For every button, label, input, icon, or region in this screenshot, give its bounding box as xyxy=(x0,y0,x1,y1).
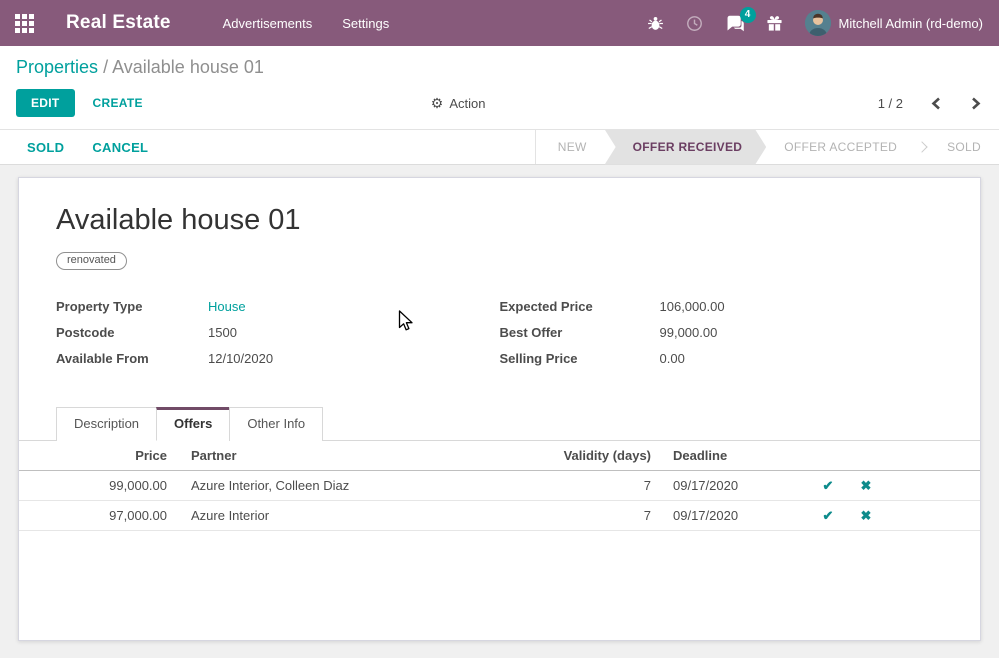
statusbar-buttons: SOLD CANCEL xyxy=(0,130,148,164)
pager: 1 / 2 xyxy=(878,95,983,112)
action-menu-button[interactable]: ⚙ Action xyxy=(431,96,486,111)
top-navbar: Real Estate Advertisements Settings xyxy=(0,0,999,46)
pager-value: 1 / 2 xyxy=(878,96,903,111)
cancel-button[interactable]: CANCEL xyxy=(92,140,148,155)
field-expected-price: Expected Price 106,000.00 xyxy=(500,299,944,314)
chevron-left-icon xyxy=(931,97,941,110)
messages-icon[interactable]: 4 xyxy=(725,15,744,32)
refuse-offer-icon[interactable]: ✖ xyxy=(861,478,872,493)
field-best-offer: Best Offer 99,000.00 xyxy=(500,325,944,340)
status-separator-chevron-icon xyxy=(916,141,927,152)
offer-deadline: 09/17/2020 xyxy=(659,501,809,531)
user-avatar xyxy=(805,10,831,36)
apps-grid-icon xyxy=(15,14,34,33)
breadcrumb-current: Available house 01 xyxy=(112,57,264,77)
control-panel-buttons: EDIT CREATE ⚙ Action 1 / 2 xyxy=(16,89,983,117)
form-sheet: Available house 01 renovated Property Ty… xyxy=(18,177,981,641)
field-groups: Property Type House Postcode 1500 Availa… xyxy=(56,299,943,377)
user-menu[interactable]: Mitchell Admin (rd-demo) xyxy=(805,10,990,36)
form-statusbar: SOLD CANCEL NEWOFFER RECEIVEDOFFER ACCEP… xyxy=(0,130,999,165)
offer-row[interactable]: 97,000.00Azure Interior709/17/2020 ✔ ✖ xyxy=(19,501,980,531)
offers-table: Price Partner Validity (days) Deadline 9… xyxy=(19,441,980,531)
gift-icon[interactable] xyxy=(766,15,783,32)
activities-clock-icon[interactable] xyxy=(686,15,703,32)
status-pipeline: NEWOFFER RECEIVEDOFFER ACCEPTED SOLD xyxy=(535,130,999,164)
offer-validity: 7 xyxy=(491,471,659,501)
column-partner: Partner xyxy=(175,441,491,471)
offer-deadline: 09/17/2020 xyxy=(659,471,809,501)
debug-bug-icon[interactable] xyxy=(647,15,664,32)
systray: 4 Mitchell xyxy=(647,10,990,36)
control-panel: Properties / Available house 01 EDIT CRE… xyxy=(0,46,999,130)
offer-partner: Azure Interior, Colleen Diaz xyxy=(175,471,491,501)
accept-offer-icon[interactable]: ✔ xyxy=(823,478,834,493)
user-name: Mitchell Admin (rd-demo) xyxy=(839,16,984,31)
field-selling-price: Selling Price 0.00 xyxy=(500,351,944,366)
status-offer-received[interactable]: OFFER RECEIVED xyxy=(605,130,767,165)
offer-price: 99,000.00 xyxy=(19,471,175,501)
offers-table-header: Price Partner Validity (days) Deadline xyxy=(19,441,980,471)
app-window: Real Estate Advertisements Settings xyxy=(0,0,999,658)
pager-previous-button[interactable] xyxy=(929,95,943,112)
field-postcode: Postcode 1500 xyxy=(56,325,500,340)
offer-price: 97,000.00 xyxy=(19,501,175,531)
create-button[interactable]: CREATE xyxy=(93,96,143,110)
offer-row[interactable]: 99,000.00Azure Interior, Colleen Diaz709… xyxy=(19,471,980,501)
offer-validity: 7 xyxy=(491,501,659,531)
tab-offers[interactable]: Offers xyxy=(156,407,230,441)
field-property-type: Property Type House xyxy=(56,299,500,314)
message-count-badge: 4 xyxy=(740,7,756,23)
sold-button[interactable]: SOLD xyxy=(27,140,64,155)
app-title: Real Estate xyxy=(66,12,171,34)
status-new[interactable]: NEW xyxy=(540,130,605,165)
notebook-tabs: Description Offers Other Info xyxy=(19,407,980,441)
apps-menu-button[interactable] xyxy=(0,14,48,33)
edit-button[interactable]: EDIT xyxy=(16,89,75,117)
chevron-right-icon xyxy=(971,97,981,110)
column-deadline: Deadline xyxy=(659,441,809,471)
tag-renovated: renovated xyxy=(56,252,127,270)
breadcrumb-properties-link[interactable]: Properties xyxy=(16,57,98,77)
menu-advertisements[interactable]: Advertisements xyxy=(211,10,325,37)
field-group-right: Expected Price 106,000.00 Best Offer 99,… xyxy=(500,299,944,377)
menu-settings[interactable]: Settings xyxy=(330,10,401,37)
field-available-from: Available From 12/10/2020 xyxy=(56,351,500,366)
pager-next-button[interactable] xyxy=(969,95,983,112)
status-sold[interactable]: SOLD xyxy=(929,130,999,165)
gear-icon: ⚙ xyxy=(431,96,444,110)
accept-offer-icon[interactable]: ✔ xyxy=(823,508,834,523)
offer-partner: Azure Interior xyxy=(175,501,491,531)
column-validity: Validity (days) xyxy=(491,441,659,471)
column-price: Price xyxy=(19,441,175,471)
tab-description[interactable]: Description xyxy=(56,407,157,441)
breadcrumb: Properties / Available house 01 xyxy=(16,57,983,78)
status-offer-accepted[interactable]: OFFER ACCEPTED xyxy=(766,130,915,165)
breadcrumb-separator: / xyxy=(103,57,108,77)
app-menus: Advertisements Settings xyxy=(211,10,402,37)
form-view: Available house 01 renovated Property Ty… xyxy=(0,165,999,641)
refuse-offer-icon[interactable]: ✖ xyxy=(861,508,872,523)
field-group-left: Property Type House Postcode 1500 Availa… xyxy=(56,299,500,377)
property-type-link[interactable]: House xyxy=(208,299,246,314)
record-title: Available house 01 xyxy=(56,204,943,237)
tab-other-info[interactable]: Other Info xyxy=(229,407,323,441)
action-label: Action xyxy=(449,96,485,111)
